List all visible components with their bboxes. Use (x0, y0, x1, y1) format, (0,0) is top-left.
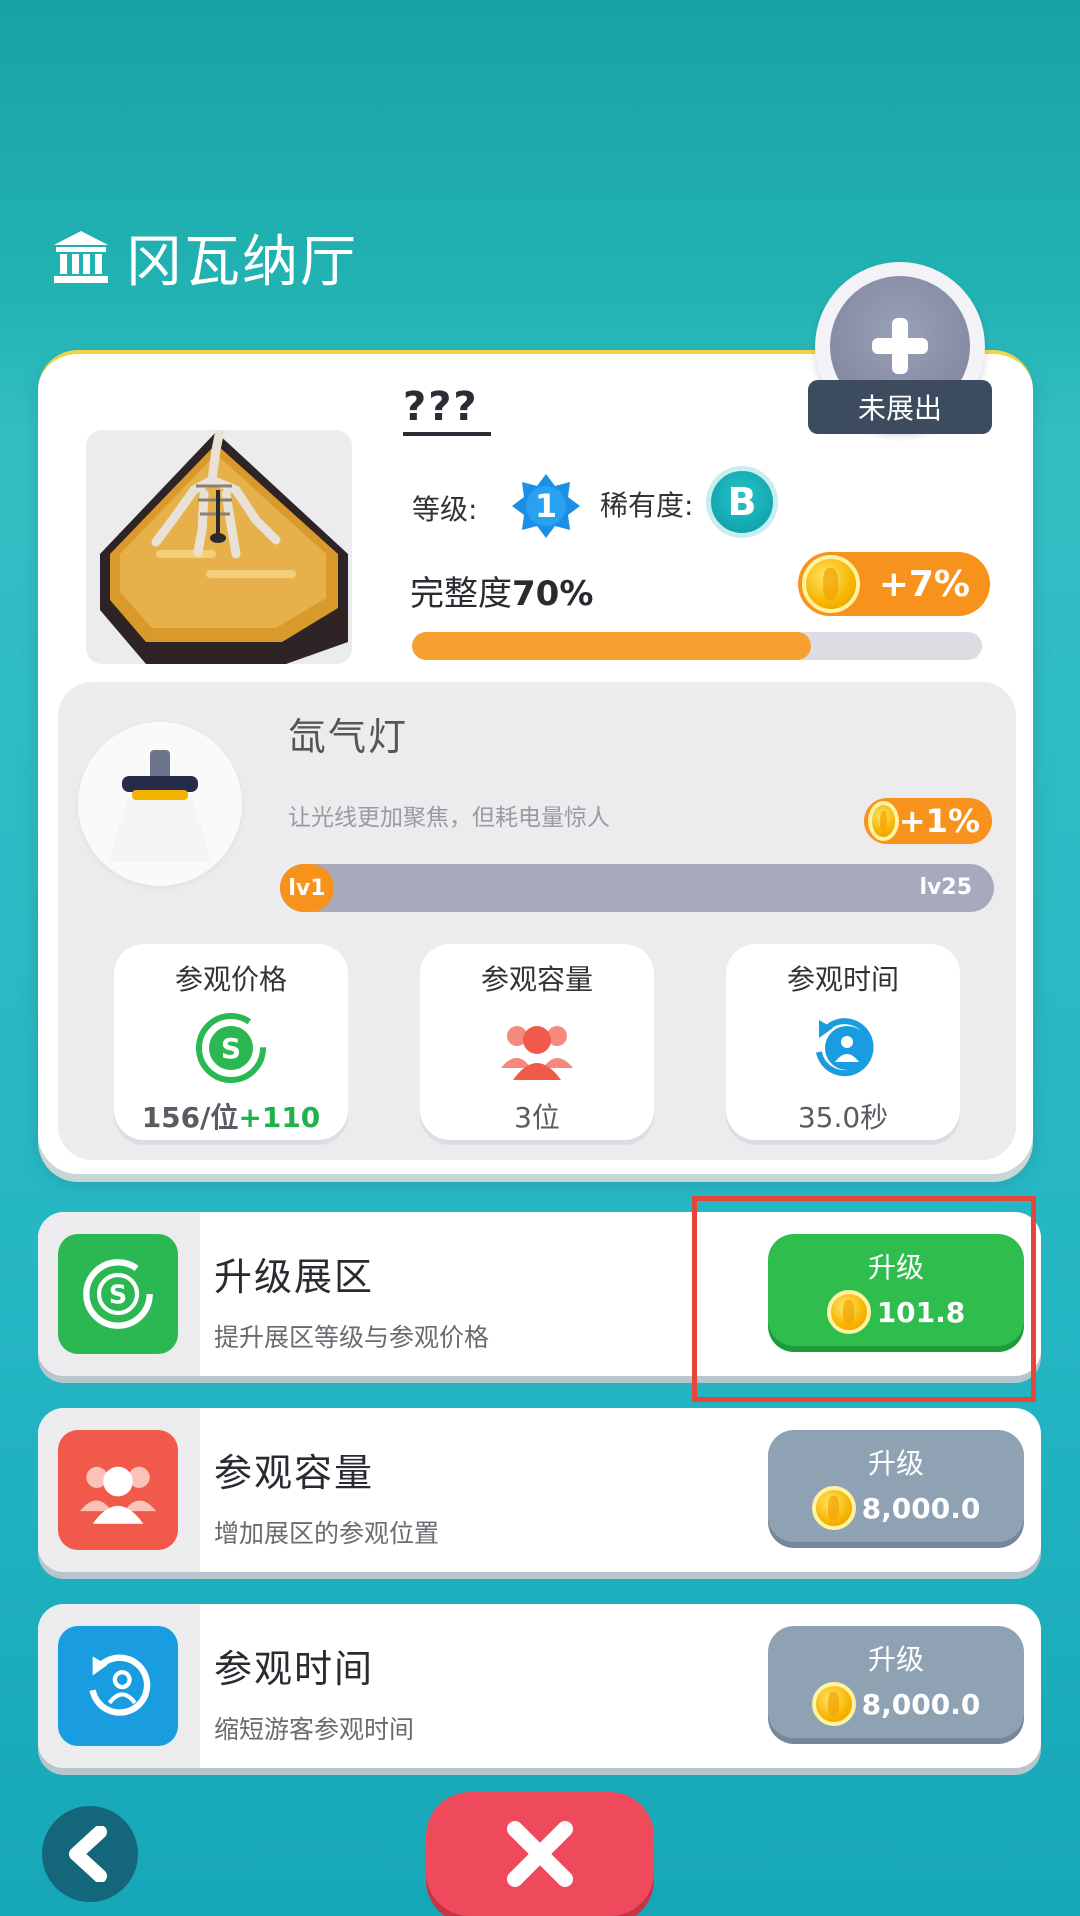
coin-icon (802, 555, 860, 613)
stat-label: 参观时间 (786, 963, 899, 996)
coin-icon (811, 1486, 856, 1530)
museum-icon (54, 231, 108, 283)
completeness-value: 70% (512, 574, 594, 614)
completeness-progress-fill (412, 632, 811, 660)
row-icon-panel (38, 1604, 200, 1768)
upgrade-button-label: 升级 (867, 1447, 924, 1480)
upgrade-cost-value: 8,000.0 (861, 1491, 981, 1525)
level-value: 1 (534, 487, 558, 525)
upgrade-description: 增加展区的参观位置 (214, 1519, 440, 1548)
equipment-bonus-pill: +1% (864, 798, 992, 844)
back-button[interactable] (42, 1806, 138, 1902)
upgrade-cost: 8,000.0 (811, 1486, 981, 1530)
stat-visit-time: 参观时间 35.0秒 (726, 944, 960, 1140)
coin-icon (811, 1682, 856, 1726)
equipment-level-max: lv25 (919, 875, 973, 900)
completeness-text: 完整度 (410, 574, 512, 614)
highlight-box (692, 1196, 1036, 1402)
completeness-label: 完整度70% (410, 566, 593, 615)
close-button[interactable] (426, 1792, 654, 1916)
svg-text:S: S (221, 1032, 241, 1065)
xenon-lamp-icon (108, 750, 212, 862)
upgrade-title: 参观容量 (214, 1451, 375, 1495)
stat-value: 156/位+110 (114, 1096, 348, 1136)
stat-value: 3位 (514, 1101, 560, 1134)
level-badge: 1 (512, 472, 580, 540)
dollar-cycle-icon: S (196, 1013, 266, 1083)
stat-price-bonus: +110 (238, 1101, 321, 1134)
chevron-left-icon (69, 1826, 107, 1882)
upgrade-description: 提升展区等级与参观价格 (214, 1323, 490, 1352)
fossil-exhibit-image (100, 430, 348, 664)
equipment-level-start: lv1 (280, 864, 334, 912)
visitors-icon (501, 1026, 573, 1080)
exhibit-card: ??? 等级: 1 稀有度: B 完整度70% +7% 氙气灯 让光线更加聚焦，… (38, 350, 1033, 1174)
upgrade-capacity-button[interactable]: 升级 8,000.0 (768, 1430, 1024, 1542)
upgrade-description: 缩短游客参观时间 (214, 1715, 415, 1744)
upgrade-cost: 8,000.0 (811, 1682, 981, 1726)
exhibit-thumbnail[interactable] (86, 430, 352, 664)
equipment-image[interactable] (78, 722, 242, 886)
visitors-icon (58, 1430, 178, 1550)
upgrade-row-visit-capacity: 参观容量 增加展区的参观位置 升级 8,000.0 (38, 1408, 1041, 1572)
timer-person-icon (816, 1018, 874, 1077)
upgrade-cost-value: 8,000.0 (861, 1687, 981, 1721)
hall-header: 冈瓦纳厅 (52, 222, 358, 295)
completeness-bonus-pill: +7% (798, 552, 990, 616)
equipment-level-bar: lv1 lv25 (280, 864, 994, 912)
hall-title: 冈瓦纳厅 (126, 229, 358, 295)
timer-person-icon (58, 1626, 178, 1746)
completeness-bonus: +7% (878, 563, 970, 605)
status-banner: 未展出 (808, 380, 992, 434)
rarity-badge: B (706, 466, 778, 538)
upgrade-button-label: 升级 (867, 1643, 924, 1676)
upgrade-row-visit-time: 参观时间 缩短游客参观时间 升级 8,000.0 (38, 1604, 1041, 1768)
upgrade-title: 参观时间 (214, 1647, 375, 1691)
stat-visit-price: 参观价格 S 156/位+110 (114, 944, 348, 1140)
equipment-name: 氙气灯 (288, 715, 409, 759)
close-icon (507, 1821, 573, 1887)
upgrade-title: 升级展区 (214, 1255, 375, 1299)
completeness-progress-bar (412, 632, 982, 660)
stat-price-value: 156/位 (141, 1101, 239, 1134)
upgrade-visit-time-button[interactable]: 升级 8,000.0 (768, 1626, 1024, 1738)
equipment-panel: 氙气灯 让光线更加聚焦，但耗电量惊人 +1% lv1 lv25 参观价格 S 1… (58, 682, 1016, 1160)
level-label: 等级: (412, 493, 478, 526)
stat-label: 参观价格 (174, 963, 287, 996)
svg-text:S: S (109, 1280, 127, 1310)
rarity-label: 稀有度: (600, 489, 694, 522)
row-icon-panel: S (38, 1212, 200, 1376)
stat-label: 参观容量 (480, 963, 593, 996)
equipment-bonus: +1% (898, 802, 980, 840)
dollar-cycle-icon: S (58, 1234, 178, 1354)
stat-visit-capacity: 参观容量 3位 (420, 944, 654, 1140)
equipment-description: 让光线更加聚焦，但耗电量惊人 (288, 805, 610, 831)
exhibit-name: ??? (403, 384, 491, 436)
coin-icon (868, 801, 899, 841)
row-icon-panel (38, 1408, 200, 1572)
stat-value: 35.0秒 (797, 1101, 889, 1134)
